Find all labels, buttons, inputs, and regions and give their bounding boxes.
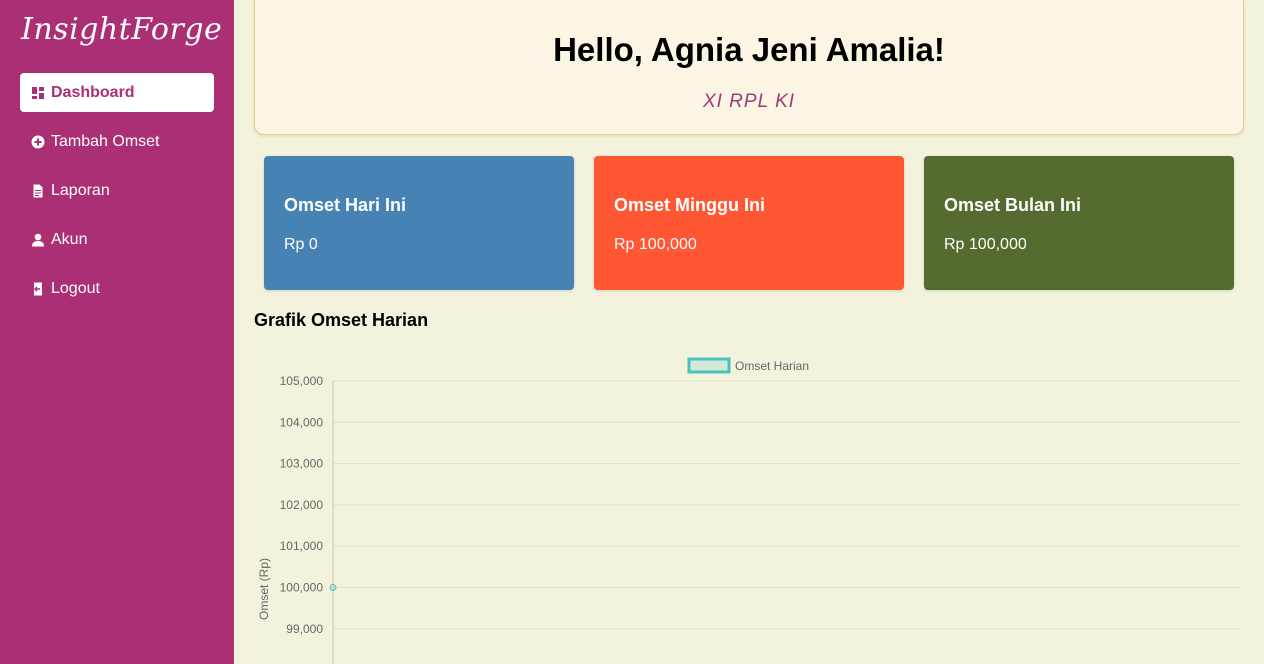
card-omset-minggu-ini: Omset Minggu Ini Rp 100,000 (594, 156, 904, 290)
legend-swatch (687, 357, 731, 374)
sidebar-item-logout[interactable]: Logout (20, 269, 214, 308)
y-tick-label: 102,000 (280, 498, 324, 512)
chart-grid (333, 380, 1240, 630)
sidebar-nav: Dashboard Tambah Omset Laporan Akun Logo… (20, 73, 214, 318)
plus-circle-icon (31, 135, 45, 149)
sidebar-item-dashboard[interactable]: Dashboard (20, 73, 214, 112)
sidebar-item-label: Akun (51, 230, 88, 248)
y-tick-label: 100,000 (280, 581, 324, 595)
y-tick-label: 99,000 (286, 622, 323, 636)
sidebar-item-tambah-omset[interactable]: Tambah Omset (20, 122, 214, 161)
card-omset-bulan-ini: Omset Bulan Ini Rp 100,000 (924, 156, 1234, 290)
sidebar-item-laporan[interactable]: Laporan (20, 171, 214, 210)
card-omset-hari-ini: Omset Hari Ini Rp 0 (264, 156, 574, 290)
card-value: Rp 100,000 (944, 236, 1027, 253)
sidebar-item-akun[interactable]: Akun (20, 220, 214, 259)
card-value: Rp 0 (284, 236, 318, 253)
sidebar-item-label: Laporan (51, 181, 110, 199)
file-icon (31, 184, 45, 198)
card-value: Rp 100,000 (614, 236, 697, 253)
dashboard-icon (31, 86, 45, 100)
sidebar-item-label: Tambah Omset (51, 132, 160, 150)
y-tick-label: 104,000 (280, 415, 324, 429)
greeting-title: Hello, Agnia Jeni Amalia! (553, 31, 945, 68)
chart-legend[interactable]: Omset Harian (687, 357, 809, 374)
y-tick-label: 103,000 (280, 457, 324, 471)
card-title: Omset Bulan Ini (944, 195, 1082, 215)
chart-points (329, 584, 337, 591)
legend-label: Omset Harian (735, 359, 809, 373)
y-axis-ticks: 105,000 104,000 103,000 102,000 101,000 100,0… (280, 374, 324, 636)
chart-heading: Grafik Omset Harian (254, 310, 429, 330)
card-title: Omset Hari Ini (284, 195, 407, 215)
y-tick-label: 105,000 (280, 374, 324, 388)
data-point[interactable] (329, 584, 337, 591)
sidebar: InsightForge Dashboard Tambah Omset Lapo… (0, 0, 234, 664)
user-icon (31, 233, 45, 247)
sidebar-item-label: Dashboard (51, 83, 135, 101)
y-tick-label: 101,000 (280, 539, 324, 553)
omset-harian-chart: 105,000 104,000 103,000 102,000 101,000 100,0… (257, 357, 1240, 664)
sidebar-item-label: Logout (51, 279, 100, 297)
logout-icon (31, 282, 45, 296)
y-axis-label: Omset (Rp) (257, 558, 271, 620)
card-title: Omset Minggu Ini (614, 195, 765, 215)
class-name: XI RPL KI (702, 91, 796, 112)
welcome-banner: Hello, Agnia Jeni Amalia! XI RPL KI (254, 0, 1244, 135)
brand-logo[interactable]: InsightForge (21, 12, 222, 47)
